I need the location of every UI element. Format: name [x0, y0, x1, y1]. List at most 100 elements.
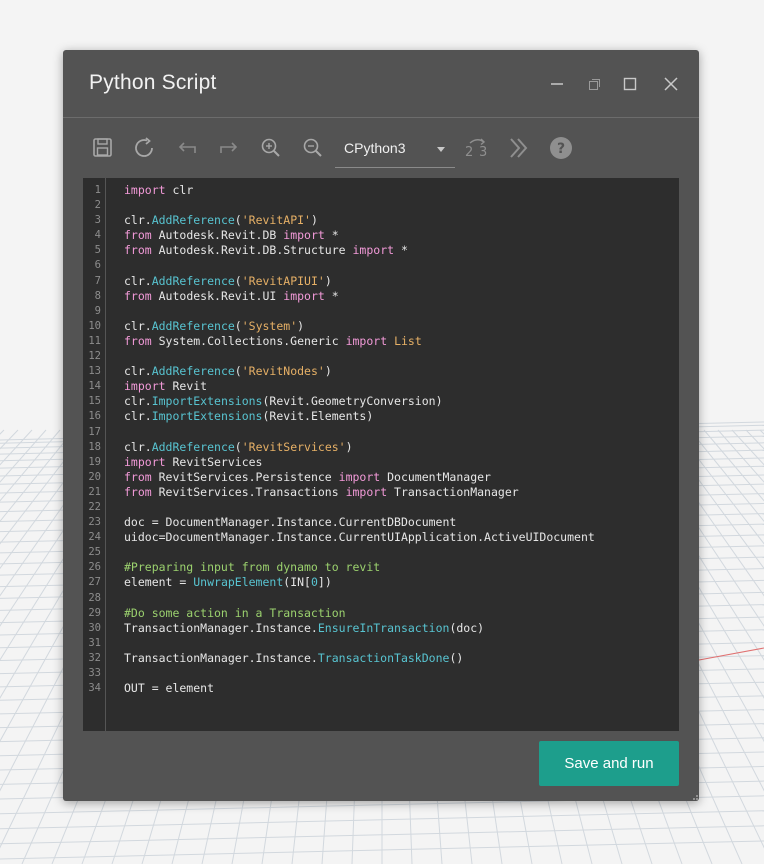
code-token: (Revit.Elements): [262, 409, 374, 424]
line-number: 8: [94, 289, 101, 302]
code-text: #Do some action in a Transaction: [124, 606, 346, 621]
code-token: import: [124, 379, 166, 394]
code-editor[interactable]: 1 import clr 2 3 clr.AddReference('RevitAPI'…: [83, 178, 679, 731]
svg-text:2: 2: [465, 145, 473, 160]
code-text: from Autodesk.Revit.DB import *: [124, 228, 339, 243]
code-token: (: [234, 439, 242, 454]
line-number: 4: [94, 229, 101, 242]
code-token: import: [124, 183, 166, 197]
line-number: 12: [88, 350, 101, 363]
save-icon[interactable]: [90, 135, 116, 161]
code-line: 9: [83, 304, 679, 319]
code-token: (): [449, 650, 464, 665]
save-and-run-button[interactable]: Save and run: [539, 741, 679, 786]
code-token: from: [124, 484, 152, 499]
code-token: 'RevitAPIUI': [241, 273, 325, 288]
code-token: ImportExtensions: [151, 409, 263, 424]
code-token: OUT = element: [124, 681, 215, 696]
code-line: 23 doc = DocumentManager.Instance.Current…: [83, 515, 679, 530]
code-line: 6: [83, 258, 679, 273]
code-token: from: [124, 288, 152, 303]
code-line: 3 clr.AddReference('RevitAPI'): [83, 213, 679, 228]
code-token: ): [324, 364, 332, 379]
code-token: ImportExtensions: [151, 394, 263, 409]
code-token: (Revit.GeometryConversion): [262, 394, 443, 409]
python-engine-dropdown[interactable]: CPython3: [335, 133, 455, 168]
zoom-out-icon[interactable]: [300, 135, 326, 161]
code-text: from Autodesk.Revit.DB.Structure import …: [124, 243, 408, 258]
line-number: 19: [88, 455, 101, 468]
code-token: import: [352, 243, 395, 258]
code-token: *: [324, 228, 339, 243]
refresh-icon[interactable]: [132, 135, 158, 161]
code-token: clr.: [124, 364, 152, 379]
code-token: System.Collections.Generic: [151, 333, 346, 348]
code-token: doc = DocumentManager.Instance.CurrentDB…: [124, 515, 457, 530]
line-number: 27: [88, 576, 101, 589]
code-line: 12: [83, 349, 679, 364]
code-token: TransactionTaskDone: [317, 650, 450, 665]
line-number: 26: [88, 561, 101, 574]
resize-grip-icon[interactable]: [691, 793, 699, 801]
line-number: 31: [88, 636, 101, 649]
code-token: RevitServices.Persistence: [151, 469, 339, 484]
migrate-2to3-icon[interactable]: 23: [463, 135, 493, 161]
code-line: 8 from Autodesk.Revit.UI import *: [83, 289, 679, 304]
line-number: 30: [88, 621, 101, 634]
code-token: (doc): [449, 620, 485, 635]
code-line: 1 import clr: [83, 183, 679, 198]
line-number: 5: [94, 244, 101, 257]
code-line: 27 element = UnwrapElement(IN[0]): [83, 575, 679, 590]
code-token: clr.: [124, 439, 152, 454]
line-number: 1: [94, 184, 101, 196]
code-line: 34 OUT = element: [83, 681, 679, 696]
line-number: 25: [88, 546, 101, 559]
code-token: AddReference: [151, 439, 235, 454]
line-number: 16: [88, 410, 101, 423]
line-number: 18: [88, 440, 101, 453]
svg-text:3: 3: [479, 145, 487, 160]
code-text: clr.AddReference('RevitServices'): [124, 440, 353, 455]
maximize-icon[interactable]: [622, 76, 638, 92]
code-line: 7 clr.AddReference('RevitAPIUI'): [83, 274, 679, 289]
code-line: 22: [83, 500, 679, 515]
code-token: UnwrapElement: [193, 575, 284, 590]
code-text: doc = DocumentManager.Instance.CurrentDB…: [124, 515, 456, 530]
line-number: 2: [94, 199, 101, 212]
code-token: AddReference: [151, 213, 235, 228]
close-icon[interactable]: [663, 76, 679, 92]
code-text: from Autodesk.Revit.UI import *: [124, 289, 339, 304]
code-text: import Revit: [124, 379, 207, 394]
code-text: import clr: [124, 183, 193, 198]
python-script-dialog: Python Script CPython3 23 ? 1 import clr…: [63, 50, 699, 801]
line-number: 23: [88, 516, 101, 529]
code-line: 17: [83, 425, 679, 440]
line-number: 24: [88, 531, 101, 544]
code-token: ): [310, 213, 318, 228]
line-number: 28: [88, 591, 101, 604]
code-token: TransactionManager.Instance.: [124, 620, 318, 635]
code-token: AddReference: [151, 273, 235, 288]
undo-icon[interactable]: [174, 135, 200, 161]
zoom-in-icon[interactable]: [258, 135, 284, 161]
code-line: 31: [83, 636, 679, 651]
code-line: 33: [83, 666, 679, 681]
code-line: 30 TransactionManager.Instance.EnsureInTr…: [83, 621, 679, 636]
code-text: uidoc=DocumentManager.Instance.CurrentUI…: [124, 530, 595, 545]
line-number: 11: [88, 334, 101, 347]
code-text: OUT = element: [124, 681, 214, 696]
restore-icon[interactable]: [586, 76, 602, 92]
line-number: 14: [88, 380, 101, 393]
redo-icon[interactable]: [216, 135, 242, 161]
code-token: List: [394, 333, 422, 348]
more-chevron-icon[interactable]: [506, 135, 532, 161]
code-token: 'RevitServices': [241, 439, 346, 454]
line-number: 6: [94, 259, 101, 272]
code-line: 29 #Do some action in a Transaction: [83, 606, 679, 621]
line-number: 9: [94, 304, 101, 317]
minimize-icon[interactable]: [549, 76, 565, 92]
code-token: TransactionManager.Instance.: [124, 650, 318, 665]
code-token: ]): [317, 575, 332, 590]
help-icon[interactable]: ?: [548, 135, 574, 161]
code-line: 5 from Autodesk.Revit.DB.Structure import…: [83, 243, 679, 258]
